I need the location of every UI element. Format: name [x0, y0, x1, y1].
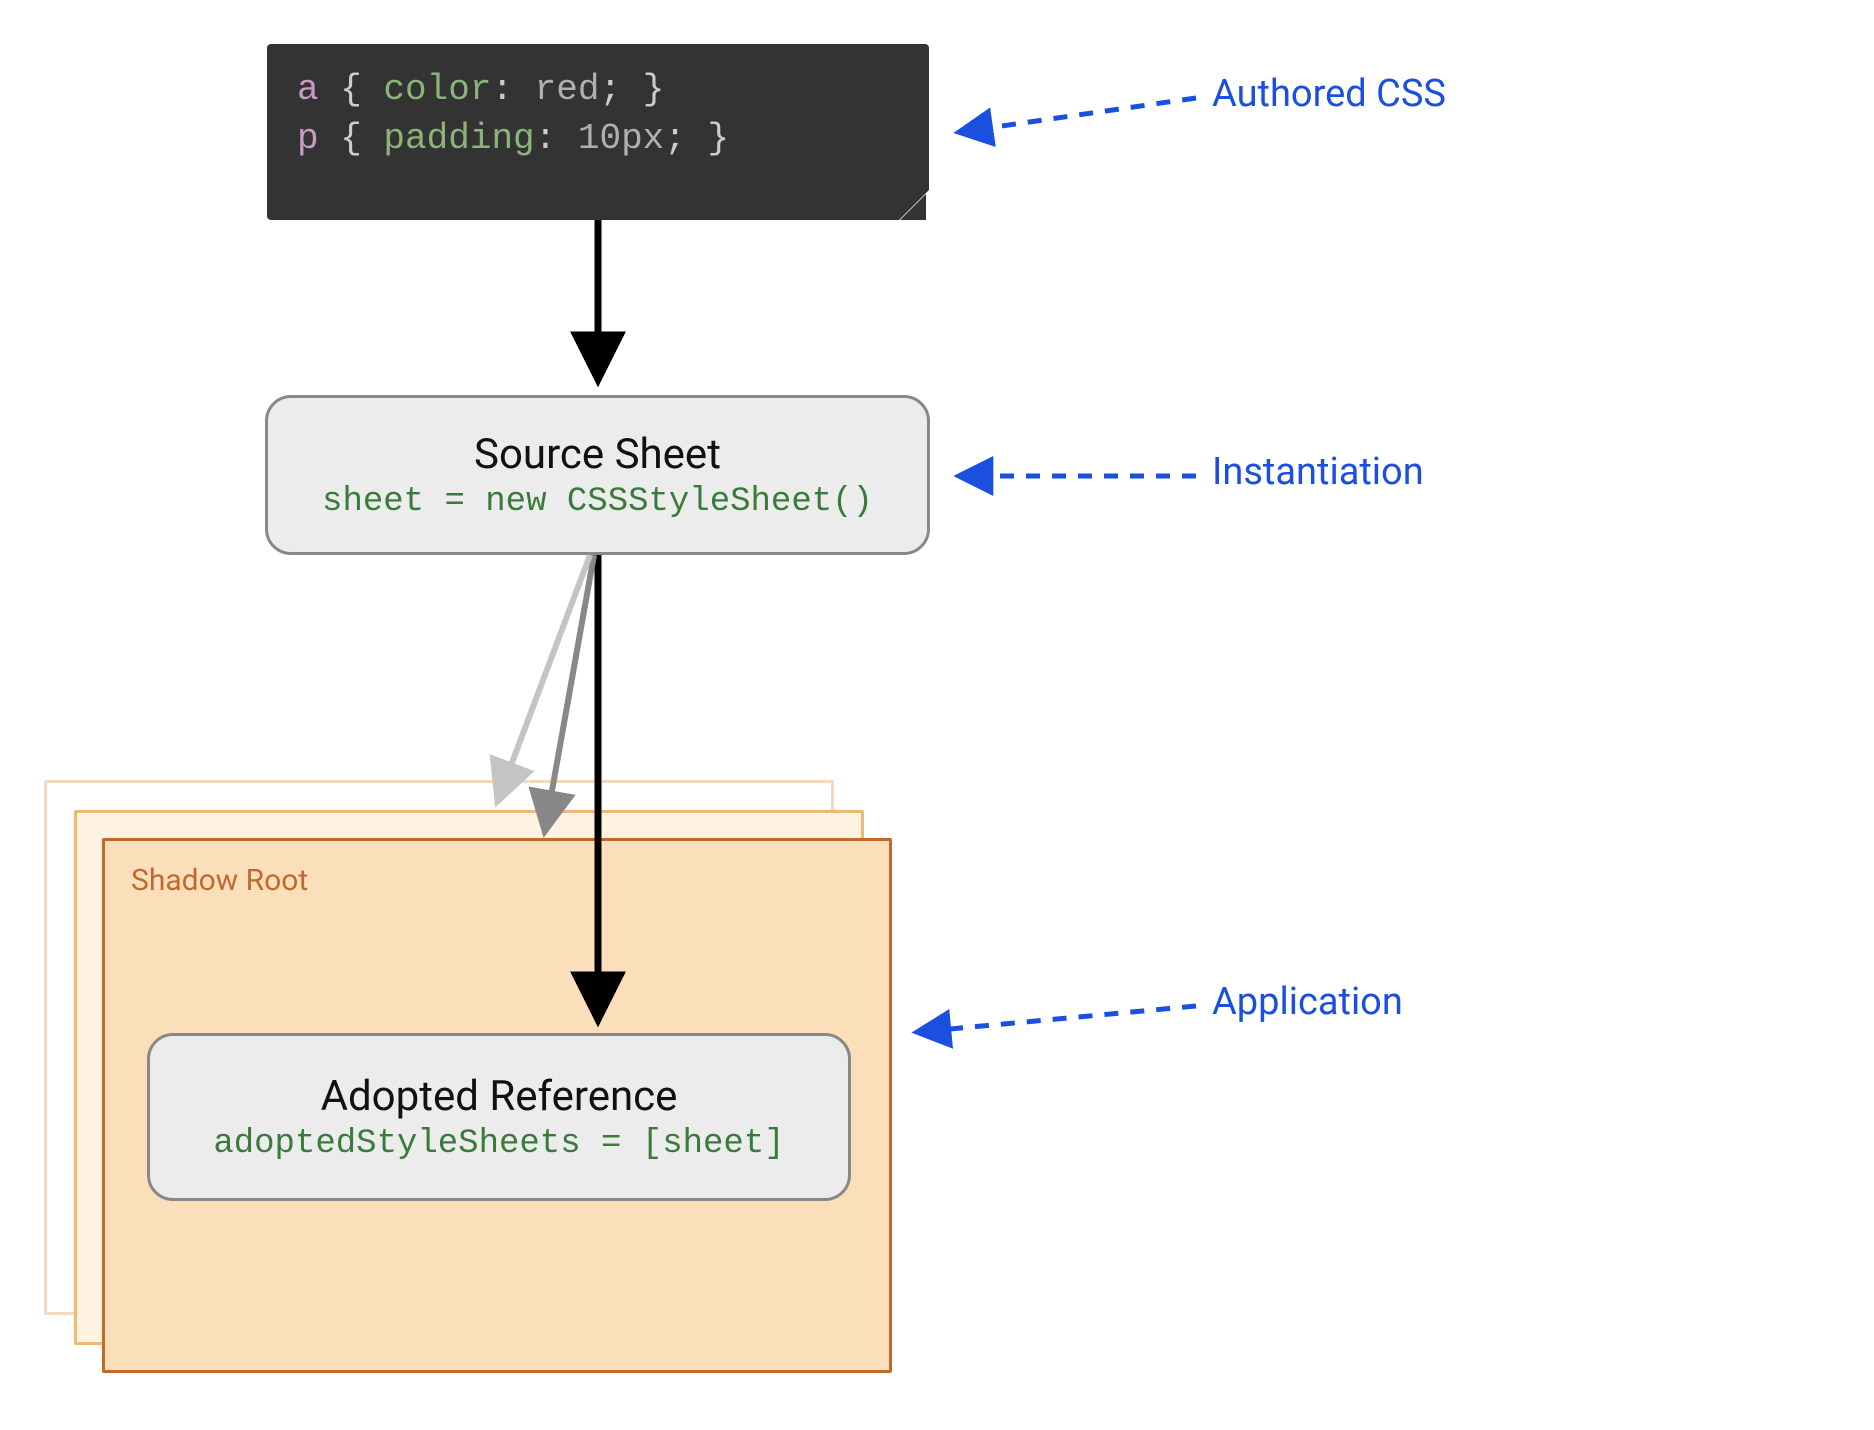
token-punctuation: {: [319, 69, 384, 110]
adopted-reference-box: Adopted Reference adoptedStyleSheets = […: [147, 1033, 851, 1201]
token-selector: a: [297, 69, 319, 110]
callout-application: [918, 1006, 1196, 1032]
annotation-instantiation: Instantiation: [1212, 450, 1424, 494]
token-property: color: [383, 69, 491, 110]
callout-authored-css: [960, 98, 1196, 132]
adopted-reference-title: Adopted Reference: [321, 1072, 678, 1121]
token-punctuation: :: [535, 118, 578, 159]
annotation-application: Application: [1212, 980, 1403, 1024]
shadow-root-stack: Shadow Root Adopted Reference adoptedSty…: [44, 780, 892, 1374]
source-sheet-box: Source Sheet sheet = new CSSStyleSheet(): [265, 395, 930, 555]
source-sheet-title: Source Sheet: [474, 430, 721, 479]
token-punctuation: :: [491, 69, 534, 110]
shadow-root-panel-front: Shadow Root Adopted Reference adoptedSty…: [102, 838, 892, 1373]
source-sheet-code: sheet = new CSSStyleSheet(): [322, 483, 873, 521]
token-punctuation: ; }: [599, 69, 664, 110]
token-property: padding: [383, 118, 534, 159]
shadow-root-label: Shadow Root: [131, 863, 863, 898]
token-selector: p: [297, 118, 319, 159]
adopted-reference-code: adoptedStyleSheets = [sheet]: [213, 1125, 784, 1163]
dog-ear-icon: [899, 190, 929, 220]
arrow-source-to-shadow-back: [498, 555, 590, 800]
code-line-2: p { padding: 10px; }: [297, 115, 899, 164]
token-value: 10px: [578, 118, 664, 159]
token-punctuation: ; }: [664, 118, 729, 159]
token-value: red: [535, 69, 600, 110]
authored-css-code-block: a { color: red; } p { padding: 10px; }: [267, 44, 929, 220]
annotation-authored-css: Authored CSS: [1212, 72, 1446, 116]
token-punctuation: {: [319, 118, 384, 159]
code-line-1: a { color: red; }: [297, 66, 899, 115]
